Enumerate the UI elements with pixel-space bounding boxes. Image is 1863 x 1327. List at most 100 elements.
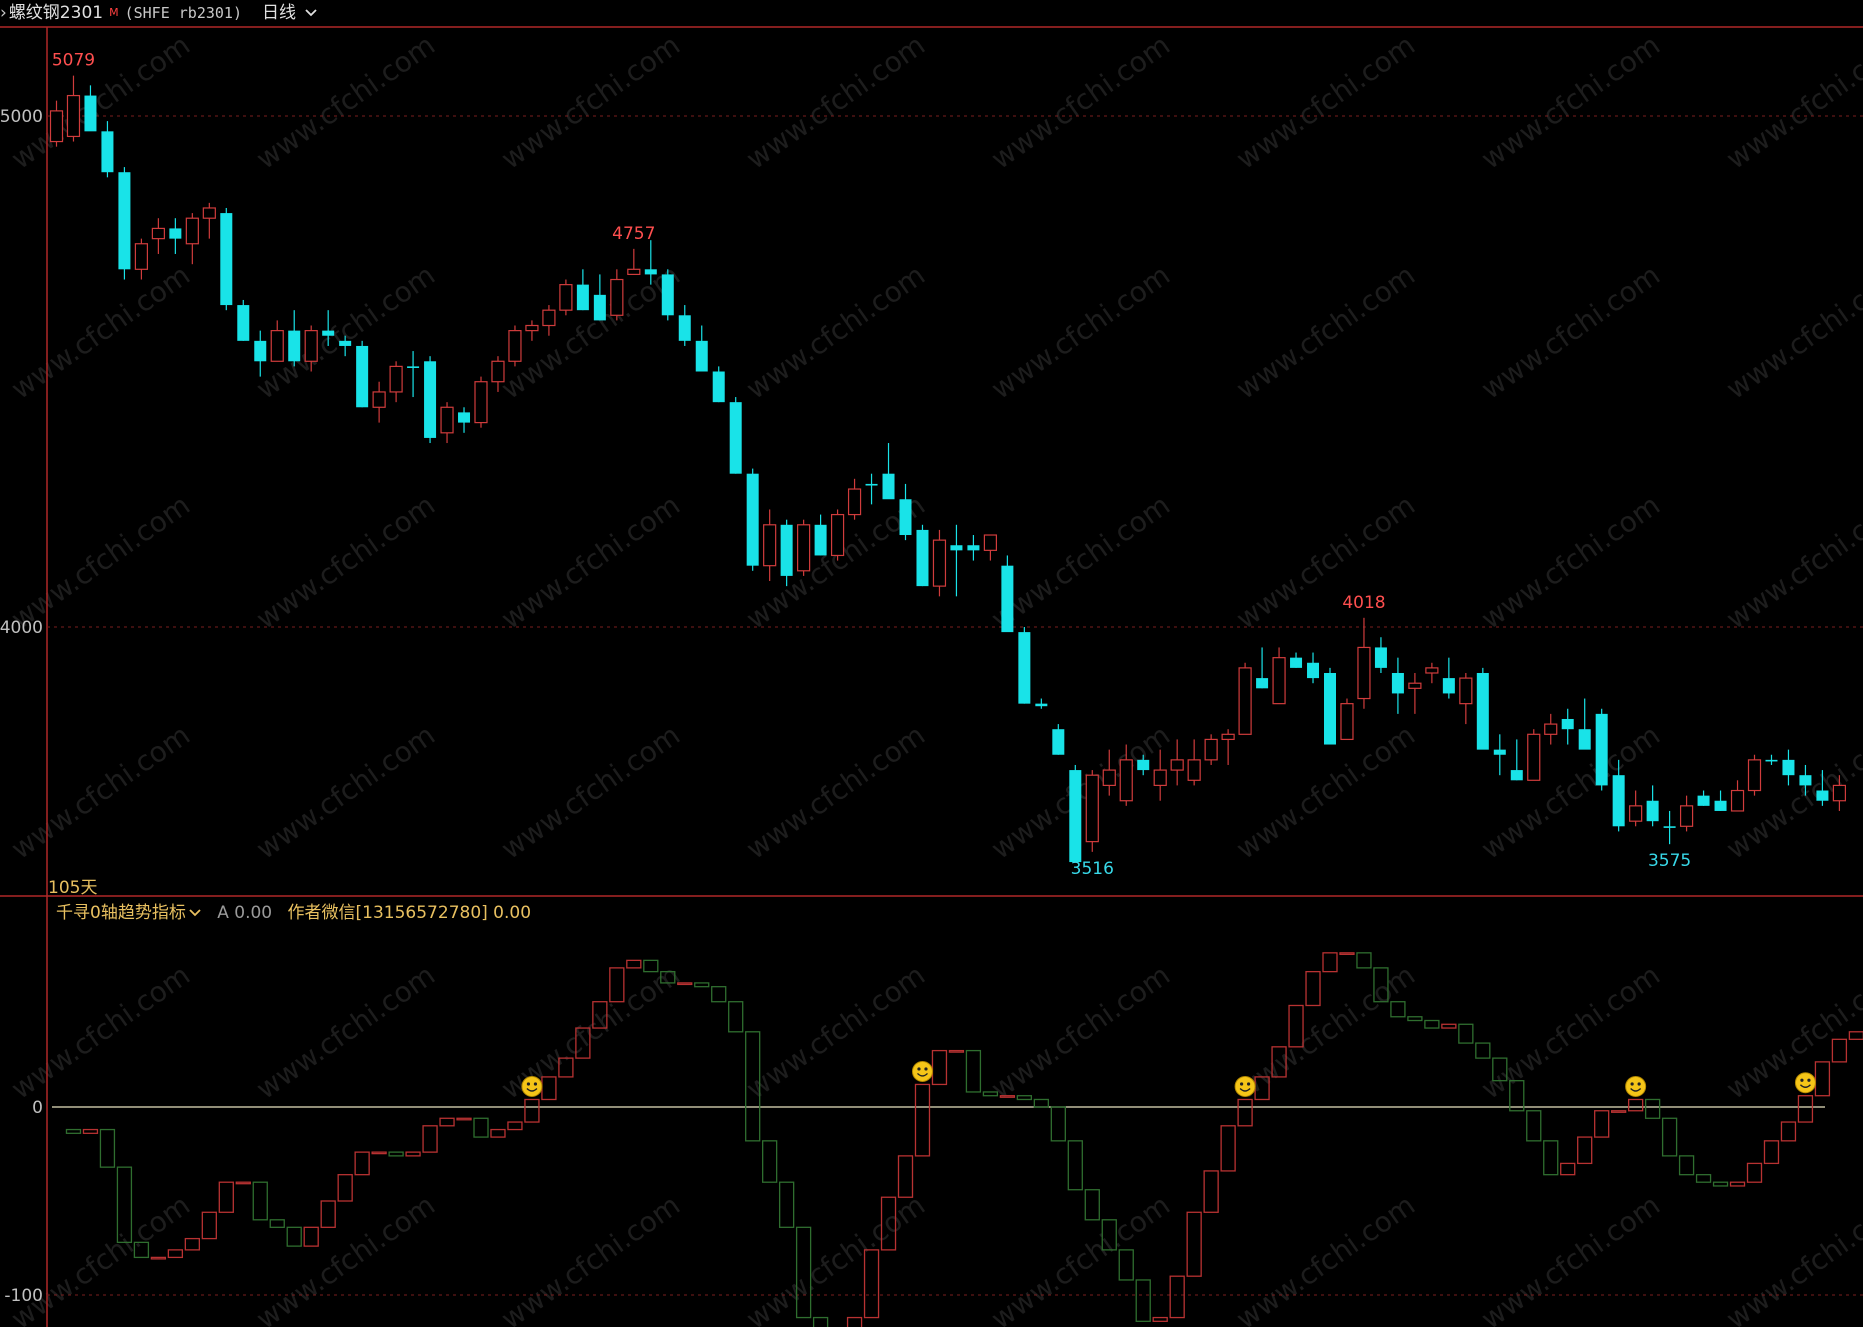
candle-body	[1137, 759, 1150, 771]
candle-body	[1697, 795, 1710, 806]
candle-down	[916, 524, 929, 587]
indicator-step	[1543, 1140, 1559, 1176]
indicator-step	[1746, 1162, 1763, 1183]
candle-down	[1035, 698, 1048, 709]
indicator-step	[1424, 1019, 1440, 1029]
smiley-icon	[911, 1060, 933, 1082]
indicator-step	[1356, 952, 1372, 969]
indicator-step	[65, 1128, 82, 1134]
candle-up	[525, 320, 539, 341]
candle-down	[1765, 754, 1778, 765]
candle-body	[1324, 672, 1336, 745]
candle-body	[576, 284, 589, 311]
candle-up	[1272, 647, 1286, 705]
watermark-text: www.cfchi.com	[1475, 718, 1666, 865]
candle-body	[491, 360, 505, 383]
indicator-step	[507, 1121, 523, 1131]
candle-body	[101, 131, 114, 173]
watermark-text: www.cfchi.com	[1475, 258, 1666, 405]
candle-body	[1119, 759, 1133, 802]
candle-body	[1714, 800, 1727, 811]
price-pane[interactable]: 5000 4000 5079 4757 3516 4018 3575	[0, 51, 1863, 879]
candle-body	[1290, 657, 1303, 668]
candle-down	[695, 325, 708, 372]
candle-body	[1595, 713, 1608, 786]
candle-down	[1697, 790, 1710, 806]
indicator-step	[184, 1237, 200, 1251]
watermark-text: www.cfchi.com	[5, 28, 196, 175]
candle-body	[372, 391, 386, 408]
candle-body	[1357, 646, 1371, 700]
indicator-step	[965, 1049, 982, 1093]
watermark-text: www.cfchi.com	[5, 958, 196, 1105]
candle-up	[610, 269, 624, 321]
indicator-step	[1831, 1038, 1848, 1063]
indicator-step	[1458, 1023, 1474, 1044]
indicator-step	[82, 1128, 99, 1134]
candle-down	[288, 310, 301, 367]
watermark-text: www.cfchi.com	[1230, 488, 1421, 635]
chart-frame	[0, 26, 1863, 1327]
indicator-step	[914, 1083, 931, 1157]
indicator-name[interactable]: 千寻0轴趋势指标	[56, 903, 186, 923]
indicator-step	[1560, 1162, 1576, 1176]
candle-up	[1221, 729, 1235, 765]
watermark-text: www.cfchi.com	[1720, 28, 1863, 175]
y-tick-label: 4000	[0, 618, 43, 638]
chevron-down-icon[interactable]	[188, 908, 202, 918]
candle-up	[270, 320, 284, 362]
indicator-step	[846, 1316, 863, 1327]
indicator-step	[694, 982, 710, 988]
indicator-step	[948, 1049, 965, 1053]
candle-up	[508, 325, 522, 367]
candle-down	[1307, 652, 1320, 684]
candle-body	[1035, 703, 1048, 707]
candle-body	[220, 213, 233, 306]
candle-body	[1102, 769, 1116, 787]
watermark-text: www.cfchi.com	[1230, 258, 1421, 405]
candle-body	[389, 365, 403, 393]
candle-down	[1001, 555, 1014, 633]
indicator-step	[99, 1128, 116, 1168]
watermark-text: www.cfchi.com	[740, 718, 931, 865]
candle-body	[627, 268, 641, 276]
indicator-step	[1644, 1098, 1661, 1119]
candle-up	[1459, 672, 1473, 725]
y-tick-label: 5000	[0, 107, 43, 127]
watermark-text: www.cfchi.com	[495, 258, 686, 405]
candle-up	[1544, 713, 1558, 745]
candle-down	[407, 351, 420, 398]
candle-body	[1476, 672, 1489, 750]
indicator-step	[303, 1226, 319, 1247]
candle-body	[1221, 733, 1235, 741]
candle-body	[1425, 667, 1439, 674]
candle-down	[1493, 734, 1506, 776]
candle-down	[118, 167, 131, 280]
watermark-text: www.cfchi.com	[985, 488, 1176, 635]
candle-body	[678, 315, 691, 341]
candle-body	[1629, 805, 1643, 822]
candle-body	[169, 228, 182, 239]
candle-down	[593, 274, 606, 321]
candle-down	[1069, 764, 1082, 863]
candle-down	[220, 207, 233, 311]
candle-down	[967, 535, 980, 561]
candle-up	[763, 509, 777, 582]
candle-body	[1782, 759, 1795, 776]
indicator-author-value: 作者微信[13156572780] 0.00	[287, 903, 532, 923]
chart-canvas[interactable]: www.cfchi.com www.cfchi.com www.cfchi.com w…	[0, 0, 1863, 1327]
candle-body	[185, 217, 199, 245]
candle-up	[372, 381, 386, 423]
indicator-step	[1067, 1140, 1083, 1191]
candle-body	[644, 269, 657, 275]
candle-down	[1595, 708, 1608, 791]
candle-up	[66, 75, 81, 142]
watermark-text: www.cfchi.com	[1720, 488, 1863, 635]
candle-up	[1085, 770, 1099, 852]
watermark-text: www.cfchi.com	[250, 28, 441, 175]
candle-body	[916, 529, 929, 587]
candle-body	[339, 340, 352, 346]
candle-body	[1391, 672, 1404, 694]
watermark-text: www.cfchi.com	[740, 1188, 931, 1327]
candle-body	[202, 207, 216, 219]
